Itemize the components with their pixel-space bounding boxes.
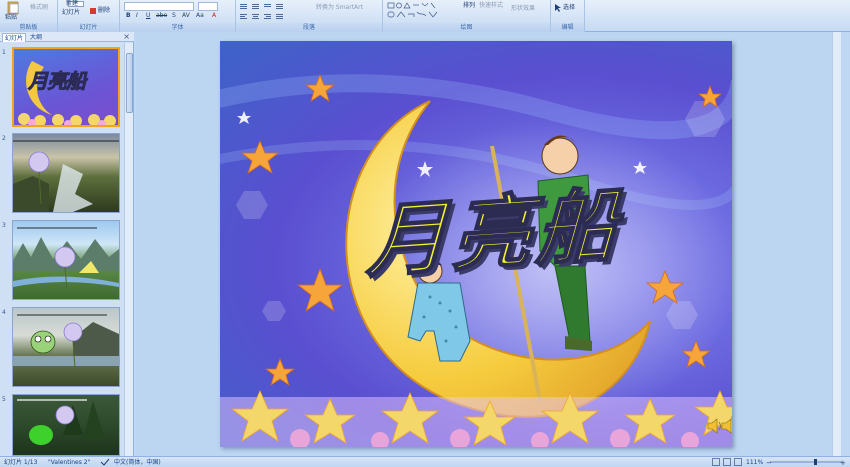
theme-name: "Valentines 2" xyxy=(48,459,91,466)
font-color-button[interactable]: A xyxy=(212,12,216,20)
drawing-group-label: 绘图 xyxy=(383,23,550,32)
paste-button[interactable]: 粘贴 xyxy=(5,14,17,22)
status-bar: 幻灯片 1/13 "Valentines 2" 中文(简体，中国) 111% −… xyxy=(0,456,850,467)
slide-canvas: 月亮船 xyxy=(136,32,841,456)
font-size-dropdown[interactable] xyxy=(198,2,218,11)
paragraph-group: 转换为 SmartArt 段落 xyxy=(236,0,383,32)
zoom-level[interactable]: 111% xyxy=(746,458,763,467)
thumb-number: 5 xyxy=(2,396,6,403)
font-name-dropdown[interactable] xyxy=(124,2,194,11)
format-painter-button[interactable]: 格式刷 xyxy=(30,4,48,12)
underline-button[interactable]: U xyxy=(146,12,150,20)
font-group: B I U abe S AV Aa A 字体 xyxy=(120,0,236,32)
align-buttons[interactable] xyxy=(240,13,310,20)
thumb-number: 1 xyxy=(2,49,6,56)
thumb-title: 月亮船 xyxy=(28,69,87,94)
ribbon: 粘贴 格式刷 剪贴板 新建 幻灯片 删除 幻灯片 B I U abe S AV … xyxy=(0,0,850,32)
new-slide-label[interactable]: 幻灯片 xyxy=(62,9,80,17)
shape-effects-button[interactable]: 形状效果 xyxy=(511,5,535,13)
clipboard-group: 粘贴 格式刷 剪贴板 xyxy=(0,0,58,32)
thumbnail-slide-1[interactable]: 月亮船 xyxy=(12,47,120,127)
slides-group-label: 幻灯片 xyxy=(58,23,119,32)
thumb-number: 2 xyxy=(2,135,6,142)
slide-1[interactable]: 月亮船 xyxy=(220,41,732,447)
quick-styles-button[interactable]: 快速样式 xyxy=(479,2,503,10)
delete-slide-button[interactable]: 删除 xyxy=(98,7,110,15)
font-group-label: 字体 xyxy=(120,23,235,32)
thumbnail-slide-4[interactable] xyxy=(12,307,120,387)
thumbnail-scrollbar-thumb[interactable] xyxy=(126,53,133,113)
paste-icon[interactable] xyxy=(4,1,22,15)
tab-slides[interactable]: 幻灯片 xyxy=(2,33,27,42)
italic-button[interactable]: I xyxy=(136,12,138,20)
thumb-number: 4 xyxy=(2,309,6,316)
select-arrow-icon[interactable] xyxy=(554,4,561,14)
pane-close-icon[interactable]: × xyxy=(123,32,130,42)
language-indicator[interactable]: 中文(简体，中国) xyxy=(114,458,161,467)
change-case-button[interactable]: Aa xyxy=(196,12,204,20)
thumbnail-slide-2[interactable] xyxy=(12,133,120,213)
arrange-button[interactable]: 排列 xyxy=(463,2,475,10)
bold-button[interactable]: B xyxy=(126,12,131,20)
thumbnail-scrollbar[interactable] xyxy=(124,43,133,456)
svg-text:−: − xyxy=(766,459,772,466)
select-button[interactable]: 选择 xyxy=(563,4,575,12)
slides-pane: 幻灯片 大纲 × 1 月亮船 2 3 4 5 xyxy=(0,32,134,456)
thumbnail-slide-5[interactable] xyxy=(12,394,120,456)
list-buttons[interactable] xyxy=(240,3,310,10)
view-buttons[interactable] xyxy=(712,458,744,467)
smartart-button[interactable]: 转换为 SmartArt xyxy=(316,4,363,12)
char-spacing-button[interactable]: AV xyxy=(182,12,190,20)
zoom-slider[interactable]: − + xyxy=(766,458,846,467)
tab-outline[interactable]: 大纲 xyxy=(28,33,44,42)
drawing-group: 排列 快速样式 形状效果 绘图 xyxy=(383,0,551,32)
thumb-number: 3 xyxy=(2,222,6,229)
shapes-gallery[interactable] xyxy=(387,2,443,20)
clipboard-group-label: 剪贴板 xyxy=(0,23,57,32)
spellcheck-icon[interactable] xyxy=(100,458,110,467)
new-slide-button[interactable]: 新建 xyxy=(66,0,78,8)
thumbnail-list: 1 月亮船 2 3 4 5 xyxy=(0,43,124,456)
pane-tabs: 幻灯片 大纲 × xyxy=(0,32,134,42)
paragraph-group-label: 段落 xyxy=(236,23,382,32)
canvas-scrollbar[interactable] xyxy=(832,32,841,456)
slide-counter: 幻灯片 1/13 xyxy=(4,459,38,466)
shadow-button[interactable]: S xyxy=(172,12,176,20)
editing-group: 选择 编辑 xyxy=(551,0,585,32)
slides-group: 新建 幻灯片 删除 幻灯片 xyxy=(58,0,120,32)
thumbnail-slide-3[interactable] xyxy=(12,220,120,300)
strikethrough-button[interactable]: abe xyxy=(156,12,167,20)
svg-text:+: + xyxy=(840,459,846,466)
delete-icon[interactable] xyxy=(90,8,96,14)
editing-group-label: 编辑 xyxy=(551,23,584,32)
